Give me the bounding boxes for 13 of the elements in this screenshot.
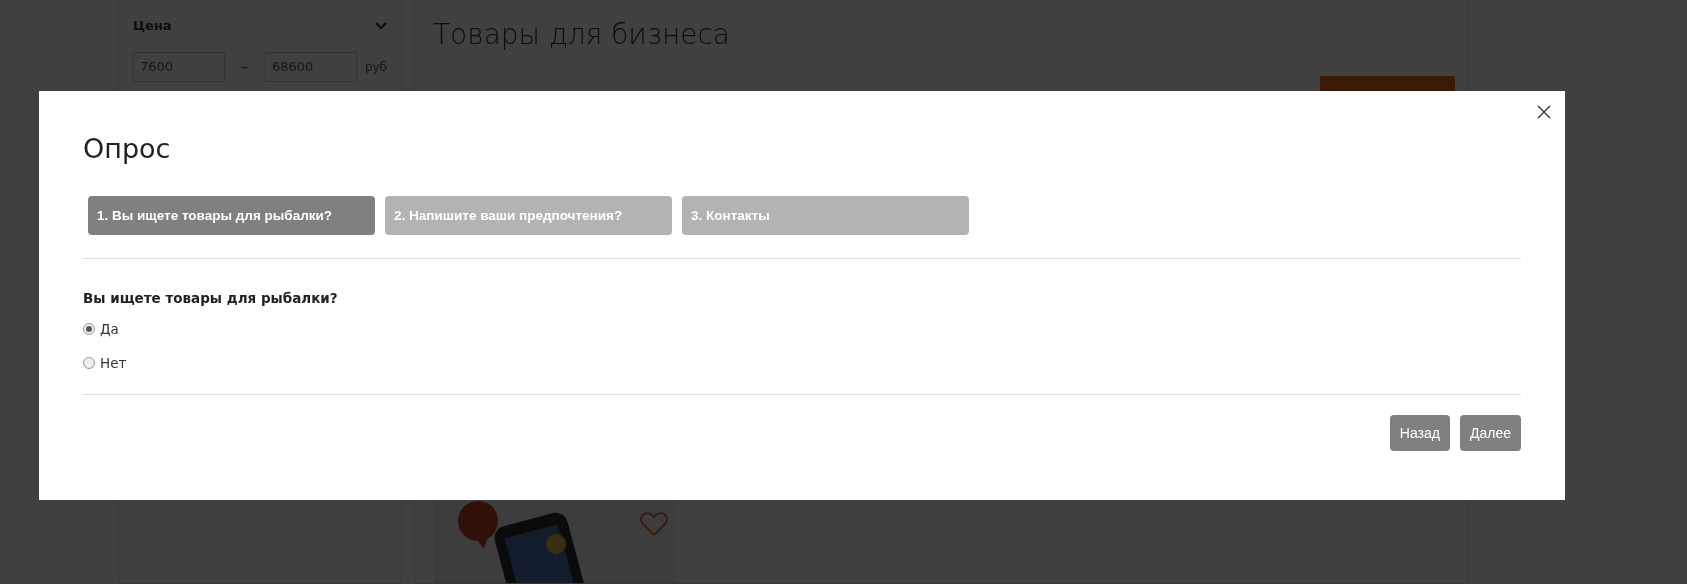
question-text: Вы ищете товары для рыбалки? xyxy=(83,289,339,309)
radio-button[interactable] xyxy=(83,357,95,369)
close-icon[interactable] xyxy=(1537,105,1551,119)
step-tab[interactable]: 3. Контакты xyxy=(682,196,969,236)
separator: – xyxy=(240,55,249,78)
option-label[interactable]: Да xyxy=(100,318,119,339)
dialog-title: Опрос xyxy=(83,133,172,166)
radio-button[interactable] xyxy=(83,322,95,335)
option-label[interactable]: Нет xyxy=(100,352,127,374)
next-button[interactable]: Далее xyxy=(1460,415,1521,452)
step-tab[interactable]: 1. Вы ищете товары для рыбалки? xyxy=(88,196,375,236)
back-button[interactable]: Назад xyxy=(1389,415,1450,452)
step-tab[interactable]: 2. Напишите ваши предпочтения? xyxy=(385,196,672,236)
